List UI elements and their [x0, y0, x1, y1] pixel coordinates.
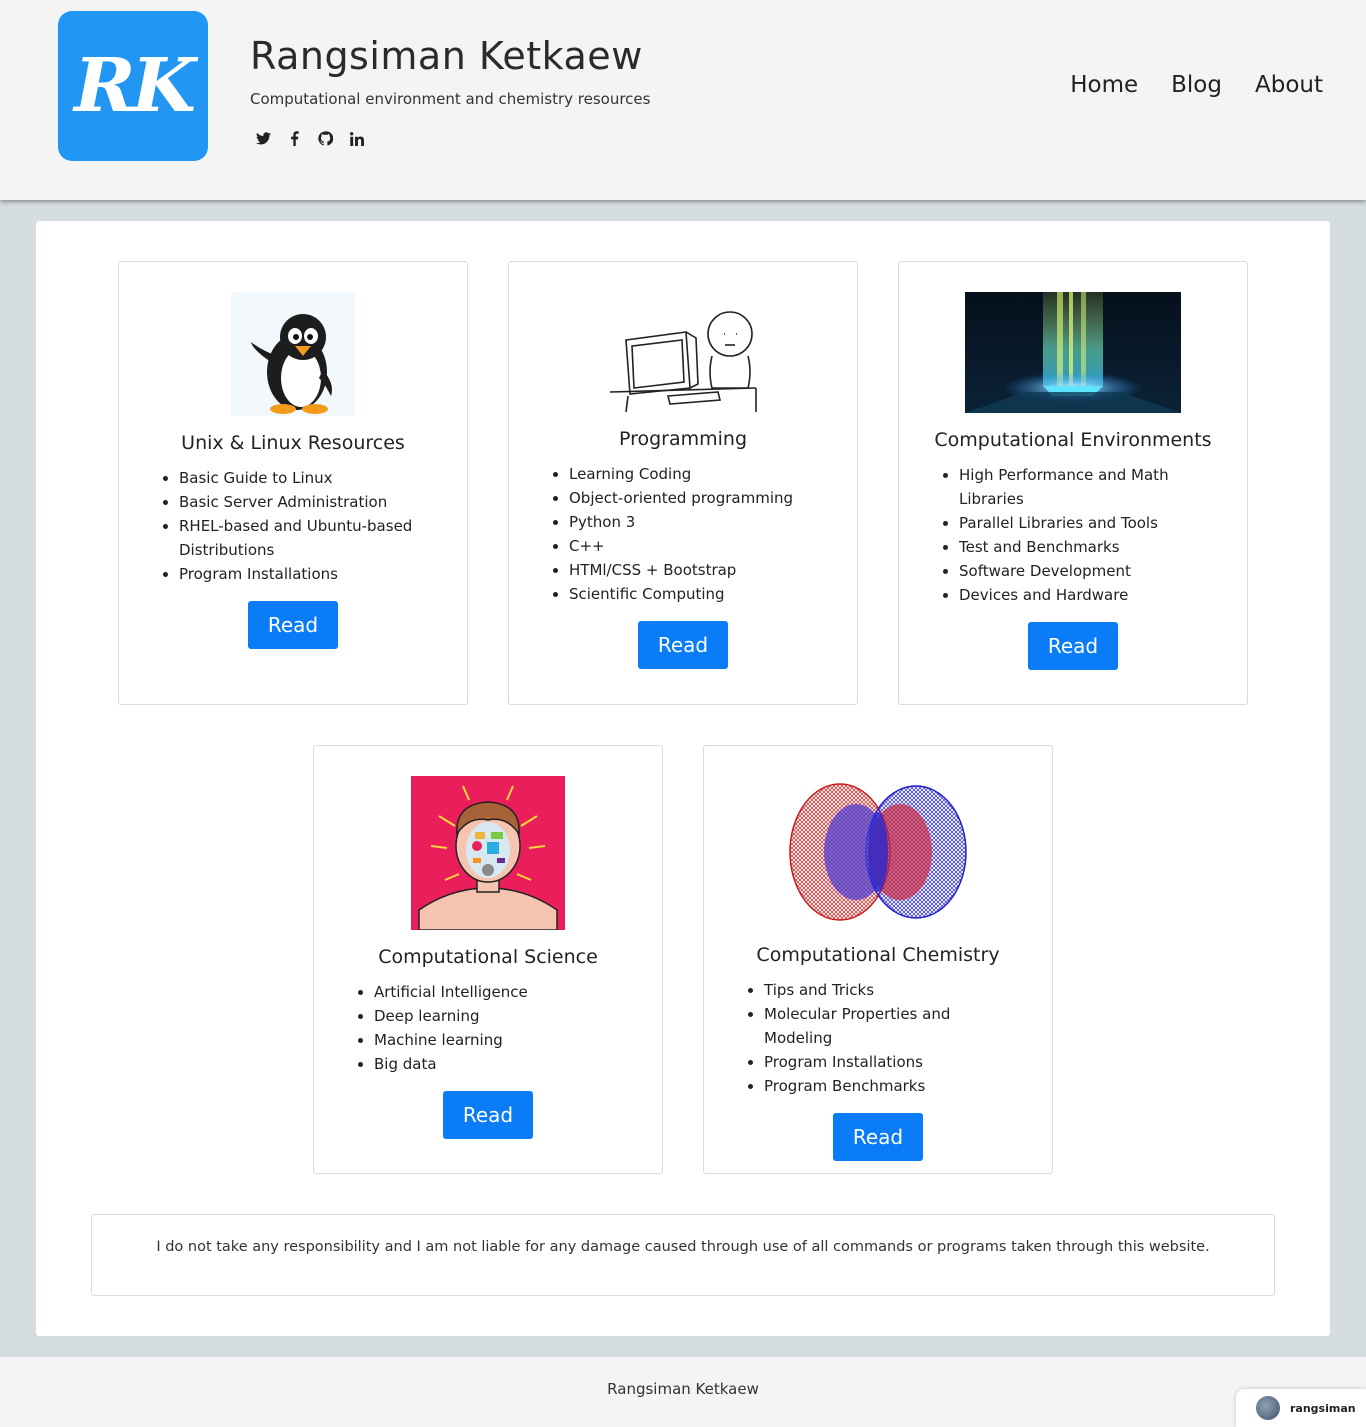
card-title: Computational Chemistry — [756, 944, 1000, 966]
card-list: Tips and Tricks Molecular Properties and… — [764, 978, 1014, 1098]
nav-about[interactable]: About — [1255, 72, 1323, 98]
penguin-image — [231, 292, 355, 416]
list-item: Python 3 — [569, 510, 819, 534]
list-item: Program Installations — [179, 562, 429, 586]
card-list: High Performance and Math Libraries Para… — [959, 463, 1209, 607]
list-item: Parallel Libraries and Tools — [959, 511, 1209, 535]
list-item: High Performance and Math Libraries — [959, 463, 1209, 511]
site-logo[interactable]: RK — [58, 11, 208, 161]
read-button[interactable]: Read — [833, 1113, 923, 1161]
read-button[interactable]: Read — [1028, 622, 1118, 670]
github-icon[interactable] — [317, 130, 334, 147]
card-title: Computational Science — [378, 946, 598, 968]
ai-face-image — [411, 776, 565, 930]
list-item: Big data — [374, 1052, 624, 1076]
card-list: Basic Guide to Linux Basic Server Admini… — [179, 466, 429, 586]
list-item: Software Development — [959, 559, 1209, 583]
card-programming: Programming Learning Coding Object-orien… — [508, 261, 858, 705]
processor-chip-image — [965, 292, 1181, 413]
list-item: Scientific Computing — [569, 582, 819, 606]
list-item: Artificial Intelligence — [374, 980, 624, 1004]
badge-name: rangsiman — [1290, 1401, 1356, 1415]
nav-blog[interactable]: Blog — [1171, 72, 1222, 98]
list-item: Deep learning — [374, 1004, 624, 1028]
card-computational-science: Computational Science Artificial Intelli… — [313, 745, 663, 1174]
read-button[interactable]: Read — [638, 621, 728, 669]
read-button[interactable]: Read — [248, 601, 338, 649]
nav-home[interactable]: Home — [1070, 72, 1138, 98]
site-tagline: Computational environment and chemistry … — [250, 90, 651, 108]
disclaimer: I do not take any responsibility and I a… — [91, 1214, 1275, 1296]
card-computational-chemistry: Computational Chemistry Tips and Tricks … — [703, 745, 1053, 1174]
card-unix-linux: Unix & Linux Resources Basic Guide to Li… — [118, 261, 468, 705]
twitter-icon[interactable] — [255, 130, 272, 147]
list-item: HTMl/CSS + Bootstrap — [569, 558, 819, 582]
linkedin-icon[interactable] — [348, 130, 365, 147]
profile-badge[interactable]: rangsiman — [1236, 1389, 1366, 1427]
list-item: Molecular Properties and Modeling — [764, 1002, 1014, 1050]
read-button[interactable]: Read — [443, 1091, 533, 1139]
list-item: Test and Benchmarks — [959, 535, 1209, 559]
card-title: Unix & Linux Resources — [181, 432, 405, 454]
card-list: Learning Coding Object-oriented programm… — [569, 462, 819, 606]
main-panel: Unix & Linux Resources Basic Guide to Li… — [36, 221, 1330, 1336]
list-item: Object-oriented programming — [569, 486, 819, 510]
main-nav: Home Blog About — [1070, 72, 1323, 98]
card-computational-environments: Computational Environments High Performa… — [898, 261, 1248, 705]
orbital-image — [788, 776, 968, 928]
footer-text: Rangsiman Ketkaew — [607, 1380, 759, 1398]
avatar — [1256, 1396, 1280, 1420]
list-item: Tips and Tricks — [764, 978, 1014, 1002]
list-item: Learning Coding — [569, 462, 819, 486]
social-links — [255, 130, 365, 147]
card-title: Computational Environments — [934, 429, 1212, 451]
list-item: Machine learning — [374, 1028, 624, 1052]
site-title[interactable]: Rangsiman Ketkaew — [250, 34, 643, 78]
programmer-sketch-image — [608, 292, 758, 412]
facebook-icon[interactable] — [286, 130, 303, 147]
site-footer: Rangsiman Ketkaew rangsiman — [0, 1357, 1366, 1427]
card-title: Programming — [618, 428, 748, 450]
list-item: Program Benchmarks — [764, 1074, 1014, 1098]
list-item: Program Installations — [764, 1050, 1014, 1074]
list-item: Basic Server Administration — [179, 490, 429, 514]
site-header: RK Rangsiman Ketkaew Computational envir… — [0, 0, 1366, 200]
list-item: C++ — [569, 534, 819, 558]
list-item: Devices and Hardware — [959, 583, 1209, 607]
card-list: Artificial Intelligence Deep learning Ma… — [374, 980, 624, 1076]
list-item: Basic Guide to Linux — [179, 466, 429, 490]
list-item: RHEL-based and Ubuntu-based Distribution… — [179, 514, 429, 562]
